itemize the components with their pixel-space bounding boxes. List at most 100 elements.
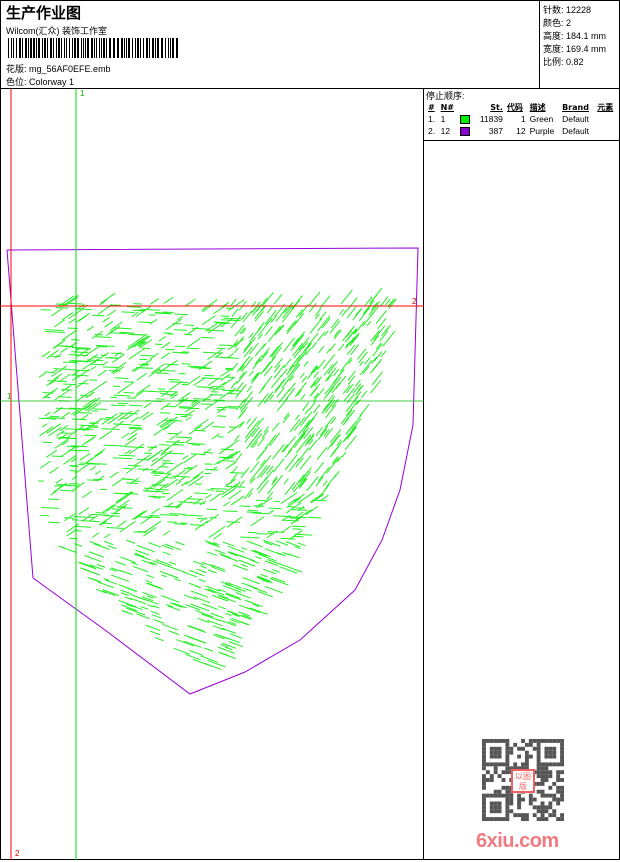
stitch bbox=[218, 606, 226, 609]
green-stitches bbox=[38, 288, 396, 669]
qr-module bbox=[482, 801, 486, 805]
qr-module bbox=[490, 751, 494, 755]
qr-module bbox=[525, 751, 529, 755]
col-element: 元素 bbox=[595, 102, 618, 113]
qr-module bbox=[548, 786, 552, 790]
qr-module bbox=[498, 794, 502, 798]
stitch bbox=[101, 429, 119, 430]
qr-module bbox=[494, 805, 498, 809]
stitch bbox=[228, 300, 244, 311]
stitch bbox=[108, 546, 117, 549]
stitch bbox=[148, 583, 161, 588]
barcode-bar bbox=[50, 38, 52, 58]
stitch bbox=[228, 393, 238, 394]
stitch bbox=[292, 296, 303, 309]
barcode-bar bbox=[47, 38, 48, 58]
stitch bbox=[249, 371, 253, 376]
qr-module bbox=[533, 747, 537, 751]
qr-module bbox=[537, 805, 541, 809]
qr-module bbox=[556, 762, 560, 766]
qr-module bbox=[505, 739, 509, 743]
stitch bbox=[208, 620, 223, 625]
stitch bbox=[124, 382, 134, 383]
stitch bbox=[176, 437, 191, 438]
stitch bbox=[86, 392, 95, 398]
barcode-bar bbox=[61, 38, 62, 58]
row-code: 12 bbox=[505, 125, 528, 137]
stitch bbox=[176, 481, 181, 485]
stitch bbox=[71, 352, 87, 353]
qr-module bbox=[521, 813, 525, 817]
barcode-bar bbox=[53, 38, 54, 58]
stitch bbox=[369, 306, 378, 318]
stitch bbox=[240, 622, 248, 625]
stitch bbox=[251, 372, 258, 381]
stitch bbox=[150, 298, 158, 304]
stitch bbox=[90, 467, 96, 471]
row-code: 1 bbox=[505, 113, 528, 125]
stitch bbox=[84, 435, 96, 436]
stitch bbox=[183, 456, 188, 460]
qr-module bbox=[548, 774, 552, 778]
qr-module bbox=[490, 794, 494, 798]
stitch bbox=[56, 308, 69, 309]
stitch bbox=[175, 414, 192, 415]
stitch bbox=[272, 423, 279, 432]
stitch bbox=[78, 450, 90, 451]
stitch bbox=[317, 447, 327, 459]
qr-module bbox=[533, 739, 537, 743]
stitch bbox=[115, 352, 121, 356]
stitch bbox=[311, 387, 318, 395]
stitch bbox=[251, 372, 260, 383]
stitch bbox=[184, 641, 201, 647]
stitch bbox=[225, 647, 232, 649]
stitch bbox=[161, 596, 179, 603]
stitch bbox=[98, 370, 107, 376]
stitch bbox=[59, 374, 70, 382]
stitch bbox=[284, 359, 291, 368]
qr-module bbox=[482, 762, 486, 766]
barcode-bar bbox=[135, 38, 136, 58]
qr-module bbox=[548, 813, 552, 817]
qr-module bbox=[509, 809, 513, 813]
color-count: 颜色: 2 bbox=[543, 17, 620, 30]
stitch bbox=[312, 342, 317, 348]
stitch bbox=[104, 445, 123, 446]
qr-module bbox=[544, 809, 548, 813]
barcode-bar bbox=[66, 38, 67, 58]
stitch bbox=[249, 333, 253, 338]
row-element bbox=[595, 113, 618, 125]
stitch bbox=[91, 381, 107, 392]
stitch bbox=[161, 353, 170, 359]
barcode-bar bbox=[117, 38, 119, 58]
qr-module bbox=[537, 766, 541, 770]
qr-module bbox=[482, 766, 486, 770]
qr-module bbox=[517, 794, 521, 798]
stitch bbox=[137, 545, 155, 551]
stitch bbox=[241, 548, 247, 550]
stitch bbox=[311, 494, 324, 503]
qr-module bbox=[494, 809, 498, 813]
stitch bbox=[226, 613, 232, 615]
qr-module bbox=[498, 755, 502, 759]
stitch bbox=[104, 541, 113, 544]
qr-module bbox=[505, 759, 509, 763]
qr-module bbox=[556, 786, 560, 790]
qr-module bbox=[490, 805, 494, 809]
watermark-stamp: 以图版 bbox=[511, 769, 535, 793]
stitch bbox=[183, 515, 203, 516]
stitch bbox=[348, 376, 355, 385]
qr-module bbox=[544, 794, 548, 798]
row-color bbox=[458, 125, 474, 137]
qr-module bbox=[509, 801, 513, 805]
stitch bbox=[173, 603, 186, 608]
barcode-bar bbox=[64, 38, 65, 58]
stitch bbox=[340, 357, 351, 371]
stitch bbox=[320, 486, 328, 497]
stitch bbox=[179, 407, 191, 408]
qr-module bbox=[482, 755, 486, 759]
stitch bbox=[188, 626, 207, 633]
stitch bbox=[203, 663, 221, 670]
guide-label-h-green: 1 bbox=[7, 392, 12, 401]
stitch bbox=[221, 628, 235, 633]
